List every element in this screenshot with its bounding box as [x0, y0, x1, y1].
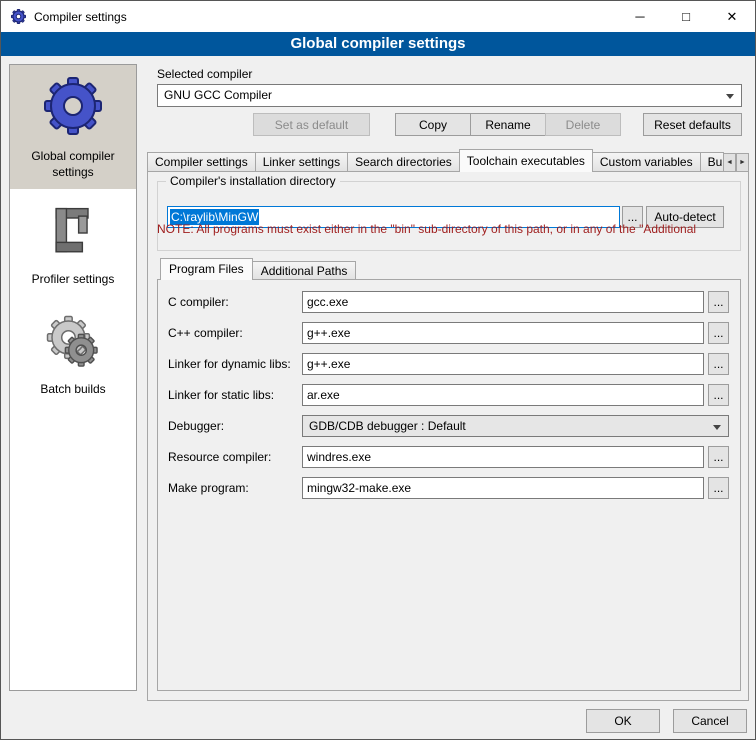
- set-as-default-button[interactable]: Set as default: [253, 113, 370, 136]
- dialog-header: Global compiler settings: [1, 32, 755, 56]
- profiler-icon: [43, 203, 103, 263]
- tab-compiler-settings[interactable]: Compiler settings: [147, 152, 256, 172]
- subtab-additional-paths[interactable]: Additional Paths: [252, 261, 357, 280]
- title-bar: Compiler settings ─ □ ✕: [1, 1, 755, 32]
- resource-compiler-browse-button[interactable]: ...: [708, 446, 729, 468]
- dynamic-linker-browse-button[interactable]: ...: [708, 353, 729, 375]
- resource-compiler-input[interactable]: windres.exe: [302, 446, 704, 468]
- tab-search-directories[interactable]: Search directories: [347, 152, 460, 172]
- make-program-input[interactable]: mingw32-make.exe: [302, 477, 704, 499]
- installation-directory-group: Compiler's installation directory C:\ray…: [157, 181, 741, 251]
- batch-builds-icon: [42, 311, 104, 373]
- form-row: C++ compiler: g++.exe ...: [158, 322, 740, 344]
- make-program-browse-button[interactable]: ...: [708, 477, 729, 499]
- tab-build-options[interactable]: Buil: [700, 152, 724, 172]
- bin-subdirectory-note: NOTE: All programs must exist either in …: [157, 222, 725, 236]
- static-linker-value: ar.exe: [307, 388, 340, 402]
- maximize-button[interactable]: □: [663, 1, 709, 32]
- program-files-panel: C compiler: gcc.exe ... C++ compiler: g+…: [157, 279, 741, 691]
- window-title: Compiler settings: [34, 10, 127, 24]
- rename-button[interactable]: Rename: [470, 113, 546, 136]
- cpp-compiler-browse-button[interactable]: ...: [708, 322, 729, 344]
- make-program-value: mingw32-make.exe: [307, 481, 411, 495]
- debugger-label: Debugger:: [168, 419, 224, 433]
- ok-button[interactable]: OK: [586, 709, 660, 733]
- cpp-compiler-label: C++ compiler:: [168, 326, 243, 340]
- static-linker-label: Linker for static libs:: [168, 388, 274, 402]
- form-row: Debugger: GDB/CDB debugger : Default: [158, 415, 740, 437]
- static-linker-browse-button[interactable]: ...: [708, 384, 729, 406]
- subtab-bar: Program Files Additional Paths: [160, 258, 355, 280]
- sidebar-item-label: Global compiler settings: [15, 149, 131, 180]
- maximize-icon: □: [682, 9, 690, 24]
- delete-button[interactable]: Delete: [545, 113, 621, 136]
- installation-directory-group-title: Compiler's installation directory: [166, 174, 340, 188]
- dynamic-linker-input[interactable]: g++.exe: [302, 353, 704, 375]
- chevron-down-icon: [713, 425, 721, 430]
- compiler-select-value: GNU GCC Compiler: [164, 88, 272, 102]
- dynamic-linker-label: Linker for dynamic libs:: [168, 357, 291, 371]
- tab-toolchain-executables[interactable]: Toolchain executables: [459, 149, 593, 172]
- c-compiler-value: gcc.exe: [307, 295, 348, 309]
- minimize-icon: ─: [635, 9, 644, 24]
- tab-bar: Compiler settings Linker settings Search…: [147, 149, 724, 172]
- debugger-select[interactable]: GDB/CDB debugger : Default: [302, 415, 729, 437]
- toolchain-executables-panel: Compiler's installation directory C:\ray…: [147, 171, 749, 701]
- sidebar-item-profiler-settings[interactable]: Profiler settings: [10, 196, 136, 297]
- close-button[interactable]: ✕: [709, 1, 755, 32]
- debugger-select-value: GDB/CDB debugger : Default: [309, 419, 466, 433]
- sidebar-item-global-compiler-settings[interactable]: Global compiler settings: [10, 65, 136, 189]
- cancel-button[interactable]: Cancel: [673, 709, 747, 733]
- close-icon: ✕: [727, 9, 738, 25]
- form-row: C compiler: gcc.exe ...: [158, 291, 740, 313]
- chevron-down-icon: [726, 94, 734, 99]
- tab-linker-settings[interactable]: Linker settings: [255, 152, 348, 172]
- form-row: Resource compiler: windres.exe ...: [158, 446, 740, 468]
- tab-custom-variables[interactable]: Custom variables: [592, 152, 701, 172]
- compiler-select[interactable]: GNU GCC Compiler: [157, 84, 742, 107]
- window-controls: ─ □ ✕: [617, 1, 755, 32]
- app-icon: [10, 8, 27, 25]
- c-compiler-label: C compiler:: [168, 295, 229, 309]
- make-program-label: Make program:: [168, 481, 249, 495]
- reset-defaults-button[interactable]: Reset defaults: [643, 113, 742, 136]
- tab-scroll-left-button[interactable]: ◄: [723, 153, 736, 172]
- resource-compiler-label: Resource compiler:: [168, 450, 271, 464]
- copy-button[interactable]: Copy: [395, 113, 471, 136]
- gear-icon: [39, 72, 107, 140]
- form-row: Linker for static libs: ar.exe ...: [158, 384, 740, 406]
- form-row: Make program: mingw32-make.exe ...: [158, 477, 740, 499]
- form-row: Linker for dynamic libs: g++.exe ...: [158, 353, 740, 375]
- selected-compiler-label: Selected compiler: [157, 67, 252, 81]
- c-compiler-input[interactable]: gcc.exe: [302, 291, 704, 313]
- settings-sidebar: Global compiler settings Profiler settin…: [9, 64, 137, 691]
- sidebar-item-label: Profiler settings: [15, 272, 131, 288]
- cpp-compiler-input[interactable]: g++.exe: [302, 322, 704, 344]
- static-linker-input[interactable]: ar.exe: [302, 384, 704, 406]
- minimize-button[interactable]: ─: [617, 1, 663, 32]
- subtab-program-files[interactable]: Program Files: [160, 258, 253, 280]
- resource-compiler-value: windres.exe: [307, 450, 371, 464]
- dynamic-linker-value: g++.exe: [307, 357, 350, 371]
- compiler-settings-dialog: Compiler settings ─ □ ✕ Global compiler …: [0, 0, 756, 740]
- sidebar-item-batch-builds[interactable]: Batch builds: [10, 304, 136, 407]
- sidebar-item-label: Batch builds: [15, 382, 131, 398]
- c-compiler-browse-button[interactable]: ...: [708, 291, 729, 313]
- cpp-compiler-value: g++.exe: [307, 326, 350, 340]
- tab-scroll-right-button[interactable]: ►: [736, 153, 749, 172]
